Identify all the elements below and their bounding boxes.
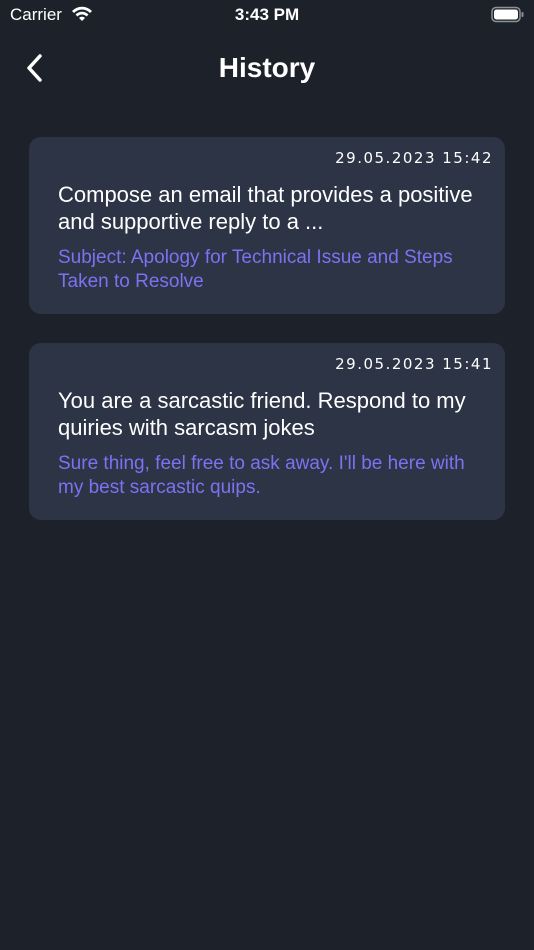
history-list: 29.05.2023 15:42 Compose an email that p… bbox=[29, 137, 505, 549]
page-title: History bbox=[218, 52, 316, 83]
navigation-bar: History bbox=[0, 40, 534, 96]
status-bar: Carrier 3:43 PM bbox=[0, 0, 534, 30]
history-screen: Carrier 3:43 PM History 29.05.2023 15:42… bbox=[0, 0, 534, 950]
clock: 3:43 PM bbox=[234, 5, 300, 24]
history-item-reply: Subject: Apology for Technical Issue and… bbox=[58, 247, 453, 292]
history-item-reply: Sure thing, feel free to ask away. I'll … bbox=[58, 453, 465, 498]
history-item[interactable]: 29.05.2023 15:42 Compose an email that p… bbox=[29, 137, 505, 314]
battery-icon bbox=[491, 6, 524, 23]
history-item-prompt: Compose an email that provides a positiv… bbox=[58, 182, 473, 234]
history-item[interactable]: 29.05.2023 15:41 You are a sarcastic fri… bbox=[29, 343, 505, 520]
history-item-date: 29.05.2023 15:42 bbox=[335, 149, 493, 167]
history-item-prompt: You are a sarcastic friend. Respond to m… bbox=[58, 388, 466, 440]
history-item-date: 29.05.2023 15:41 bbox=[335, 355, 493, 373]
